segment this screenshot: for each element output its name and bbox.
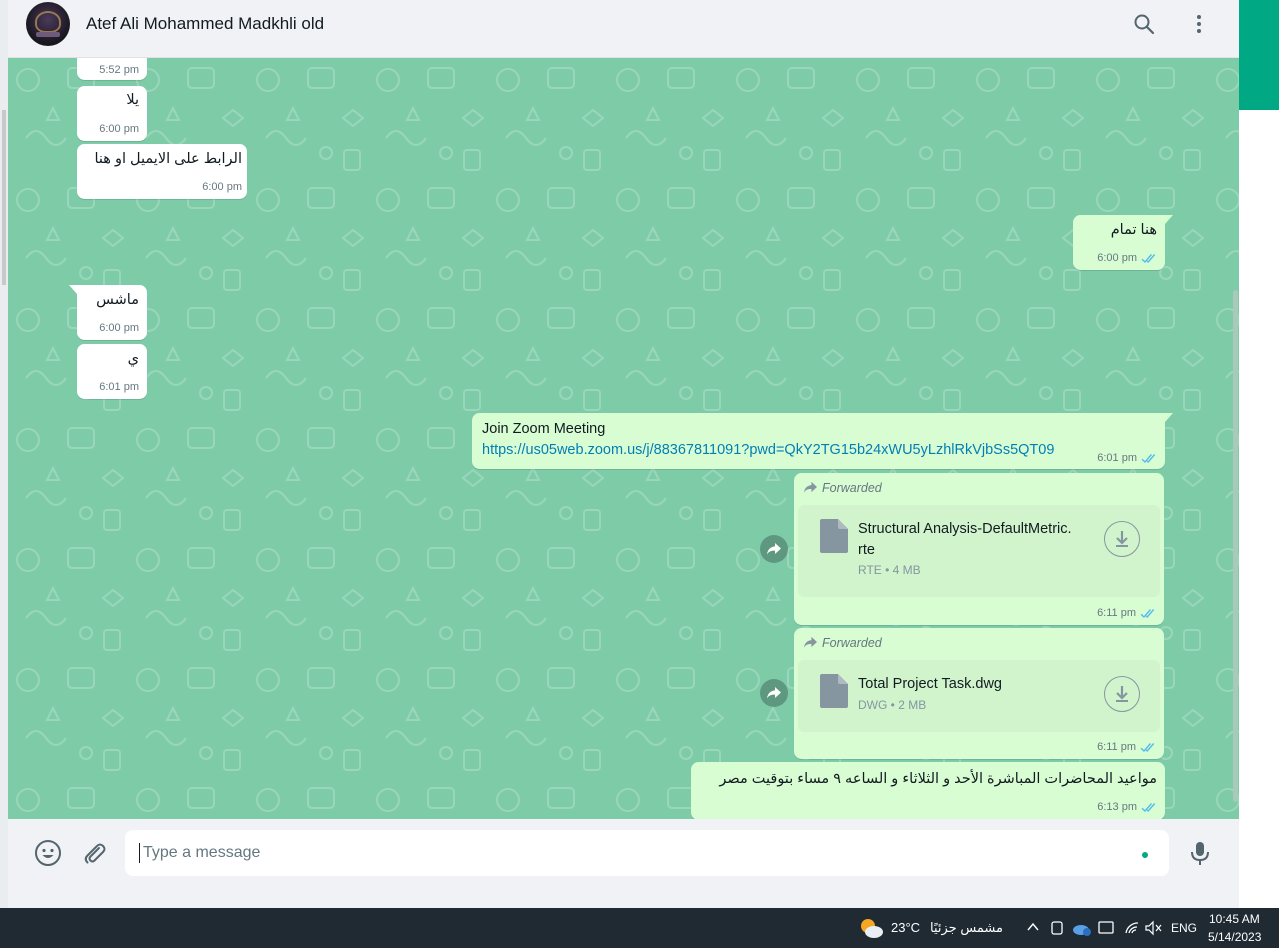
device-icon[interactable] [1098,920,1114,936]
message-outgoing[interactable]: هنا تمام 6:00 pm [1073,215,1173,270]
message-time: 6:01 pm [99,381,139,393]
download-button[interactable] [1104,676,1140,712]
chat-area[interactable]: 5:52 pm يلا 6:00 pm الرابط على الايميل ا… [8,58,1239,819]
double-tick-icon [1141,802,1157,813]
chat-header: Atef Ali Mohammed Madkhli old [8,0,1239,58]
contact-name[interactable]: Atef Ali Mohammed Madkhli old [86,14,324,34]
wifi-icon[interactable] [1124,920,1140,936]
message-link[interactable]: https://us05web.zoom.us/j/88367811091?pw… [482,442,1054,458]
message-incoming[interactable]: الرابط على الايميل او هنا 6:00 pm [77,144,247,199]
volume-muted-icon[interactable] [1145,920,1163,936]
meet-icon[interactable] [1050,920,1064,936]
message-time: 5:52 pm [99,64,139,76]
double-tick-icon [1141,253,1157,264]
onedrive-icon[interactable] [1072,920,1092,936]
emoji-icon[interactable] [34,839,62,867]
message-outgoing-document[interactable]: Forwarded Total Project Task.dwg DWG • 2… [794,628,1164,759]
mic-icon[interactable] [1186,839,1214,867]
message-time: 6:11 pm [1097,741,1136,753]
message-text: ماشس [96,292,139,308]
download-icon [1116,531,1128,547]
windows-taskbar: 23°C مشمس جزئيًا ENG 10:45 AM 5/14/2023 [0,908,1279,948]
message-outgoing[interactable]: Join Zoom Meeting https://us05web.zoom.u… [472,413,1173,469]
message-composer [8,819,1239,887]
message-outgoing[interactable]: مواعيد المحاضرات المباشرة الأحد و الثلاث… [691,762,1165,819]
message-incoming[interactable]: ماشس 6:00 pm [69,285,147,340]
message-text: الرابط على الايميل او هنا [94,151,242,167]
message-time: 6:01 pm [1097,452,1137,464]
attach-icon[interactable] [80,839,108,867]
forward-icon [803,636,818,649]
document-name: Total Project Task.dwg [858,676,1002,692]
contact-avatar[interactable] [26,2,70,46]
message-time: 6:00 pm [99,123,139,135]
message-text: هنا تمام [1110,222,1157,238]
double-tick-icon [1140,608,1156,619]
message-incoming[interactable]: يلا 6:00 pm [77,86,147,141]
message-time: 6:00 pm [1097,252,1137,264]
message-time: 6:13 pm [1097,801,1137,813]
menu-icon[interactable] [1187,12,1211,36]
share-icon[interactable] [760,535,788,563]
temperature[interactable]: 23°C [891,920,920,935]
file-icon [820,519,848,553]
forwarded-label: Forwarded [803,636,882,650]
download-button[interactable] [1104,521,1140,557]
double-tick-icon [1141,453,1157,464]
download-icon [1116,686,1128,702]
document-meta: RTE • 4 MB [858,563,921,577]
message-incoming[interactable]: ي 6:01 pm [77,344,147,399]
message-text: يلا [126,92,139,108]
document-meta: DWG • 2 MB [858,698,927,712]
message-time: 6:00 pm [99,322,139,334]
side-window-edge [1239,0,1279,110]
file-icon [820,674,848,708]
whatsapp-window: Atef Ali Mohammed Madkhli old 5:52 pm يل… [0,0,1239,908]
language-indicator[interactable]: ENG [1171,921,1197,935]
document-name: Structural Analysis-DefaultMetric. rte [858,521,1072,558]
chevron-up-icon[interactable] [1027,922,1039,932]
message-outgoing-document[interactable]: Forwarded Structural Analysis-DefaultMet… [794,473,1164,625]
forwarded-label: Forwarded [803,481,882,495]
forward-icon [803,481,818,494]
double-tick-icon [1140,742,1156,753]
message-text: Join Zoom Meeting [482,421,606,437]
weather-text[interactable]: مشمس جزئيًا [930,920,1003,936]
message-text: مواعيد المحاضرات المباشرة الأحد و الثلاث… [719,771,1157,787]
status-dot [1142,852,1148,858]
message-input[interactable] [125,830,1169,876]
chat-scrollbar[interactable] [1233,290,1238,802]
message-text: ي [127,351,139,367]
weather-icon[interactable] [858,916,884,940]
search-icon[interactable] [1132,12,1156,36]
message-incoming[interactable]: 5:52 pm [77,58,147,80]
message-time: 6:11 pm [1097,607,1136,619]
message-time: 6:00 pm [202,181,242,193]
text-caret [139,843,140,863]
document-card[interactable]: Structural Analysis-DefaultMetric. rte R… [798,505,1160,597]
share-icon[interactable] [760,679,788,707]
document-card[interactable]: Total Project Task.dwg DWG • 2 MB [798,660,1160,732]
side-window-body [1239,110,1279,908]
left-panel-scrollbar[interactable] [2,110,6,285]
clock-date[interactable]: 5/14/2023 [1208,930,1261,944]
clock-time[interactable]: 10:45 AM [1209,912,1260,926]
